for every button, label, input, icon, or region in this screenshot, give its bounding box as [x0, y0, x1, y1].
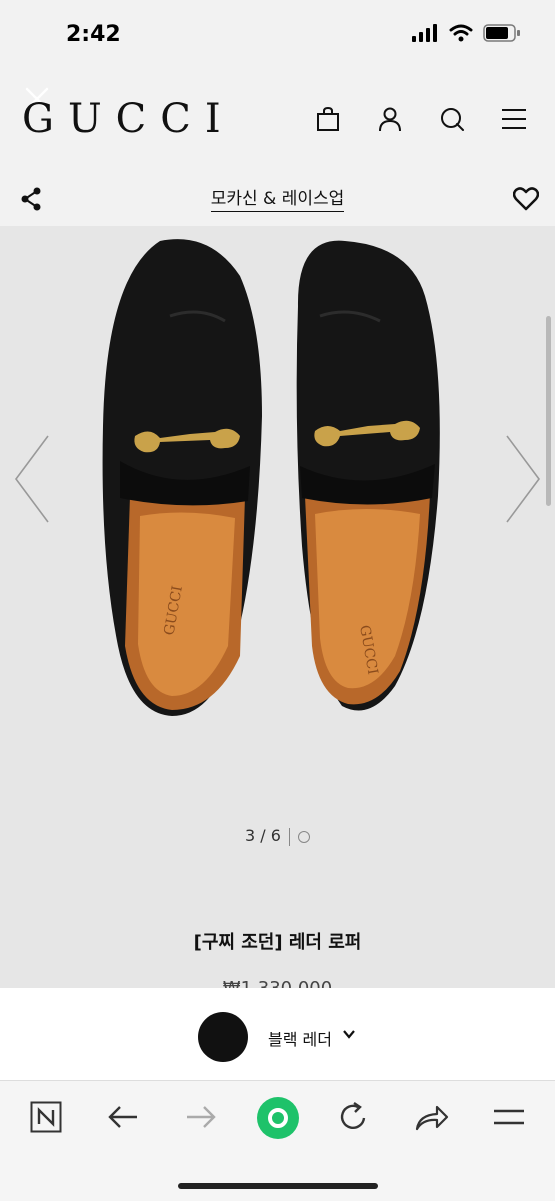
product-image-gallery[interactable]: GUCCI GUCCI — [0, 226, 555, 816]
left-loafer: GUCCI — [102, 239, 262, 716]
product-title: [구찌 조던] 레더 로퍼 — [193, 932, 362, 953]
browser-toolbar — [0, 1080, 555, 1201]
green-home-button-icon[interactable] — [256, 1096, 300, 1140]
battery-icon — [483, 24, 520, 42]
refresh-icon[interactable] — [338, 1101, 370, 1133]
gallery-pager: 3 / 6 — [0, 826, 555, 846]
brand-logo[interactable]: GUCCI — [22, 96, 235, 142]
chevron-down-icon[interactable] — [343, 1030, 355, 1039]
wishlist-heart-icon[interactable] — [513, 187, 539, 211]
status-bar: 2:42 — [0, 0, 555, 72]
share-arrow-icon[interactable] — [415, 1103, 449, 1131]
forward-icon[interactable] — [185, 1105, 217, 1129]
variant-label[interactable]: 블랙 레더 — [268, 1026, 332, 1050]
menu-icon[interactable] — [501, 108, 527, 130]
gallery-scrollbar[interactable] — [546, 316, 551, 506]
category-bar: 모카신 & 레이스업 — [0, 172, 555, 226]
shopping-bag-icon[interactable] — [315, 106, 341, 132]
category-label[interactable]: 모카신 & 레이스업 — [210, 189, 345, 212]
color-swatch[interactable] — [198, 1012, 248, 1062]
wifi-icon — [449, 24, 473, 42]
status-time: 2:42 — [66, 22, 121, 47]
product-image: GUCCI GUCCI — [102, 239, 440, 716]
360-view-icon[interactable] — [297, 830, 310, 843]
gallery-counter: 3 / 6 — [245, 826, 281, 845]
right-loafer: GUCCI — [296, 240, 440, 711]
product-price: ₩1,330,000 — [0, 978, 555, 988]
home-indicator — [178, 1183, 378, 1189]
account-icon[interactable] — [377, 106, 403, 132]
header-actions — [315, 106, 527, 132]
arrow-right-icon[interactable] — [505, 434, 541, 524]
back-icon[interactable] — [107, 1105, 139, 1129]
search-icon[interactable] — [439, 106, 465, 132]
naver-n-icon[interactable] — [30, 1101, 62, 1133]
variant-selector[interactable]: 블랙 레더 — [0, 988, 555, 1080]
arrow-left-icon[interactable] — [14, 434, 50, 524]
site-header: GUCCI — [0, 72, 555, 172]
pager-divider — [288, 827, 290, 846]
status-icons — [411, 24, 521, 42]
signal-icon — [412, 24, 437, 42]
category-breadcrumb[interactable]: 모카신 & 레이스업 — [0, 184, 555, 212]
menu-icon[interactable] — [493, 1109, 525, 1125]
